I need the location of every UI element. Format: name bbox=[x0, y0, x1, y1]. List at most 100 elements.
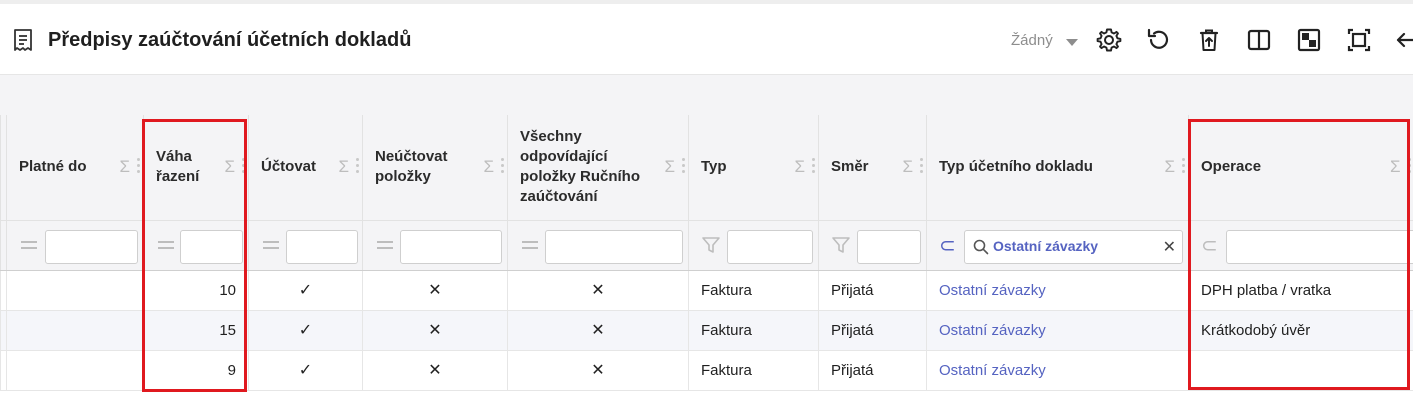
cell-operace: DPH platba / vratka bbox=[1188, 270, 1413, 311]
filter-cell-typ bbox=[688, 220, 819, 271]
cell-typ: Faktura bbox=[688, 310, 819, 351]
undo-icon[interactable] bbox=[1145, 27, 1171, 53]
filter-input-smer[interactable] bbox=[857, 229, 921, 264]
cross-icon: ✕ bbox=[507, 270, 689, 311]
cell-typ: Faktura bbox=[688, 350, 819, 391]
search-icon bbox=[973, 239, 989, 254]
cell-vaha: 9 bbox=[143, 350, 249, 391]
check-icon: ✓ bbox=[248, 350, 363, 391]
column-menu-icon[interactable] bbox=[242, 158, 245, 173]
receipt-icon bbox=[14, 29, 32, 51]
sum-icon[interactable]: Σ bbox=[1390, 157, 1401, 177]
page-header: Předpisy zaúčtování účetních dokladů Žád… bbox=[0, 4, 1413, 75]
sum-icon[interactable]: Σ bbox=[119, 157, 130, 177]
chevron-down-icon[interactable] bbox=[1066, 39, 1078, 46]
filter-cell-operace: ⊂ bbox=[1188, 220, 1413, 271]
toggle-view-icon[interactable] bbox=[1296, 27, 1322, 53]
filter-input-neuctovat[interactable] bbox=[400, 229, 502, 264]
filter-input-typ-dokladu[interactable]: Ostatní závazky ✕ bbox=[964, 229, 1183, 264]
cell-typ-dokladu-link[interactable]: Ostatní závazky bbox=[926, 310, 1189, 351]
equals-icon[interactable] bbox=[377, 240, 393, 250]
table-row[interactable]: 15 ✓ ✕ ✕ Faktura Přijatá Ostatní závazky… bbox=[0, 310, 1413, 351]
fit-screen-icon[interactable] bbox=[1346, 27, 1372, 53]
filter-cell-vaha bbox=[143, 220, 249, 271]
filter-funnel-icon[interactable] bbox=[701, 235, 721, 255]
sum-icon[interactable]: Σ bbox=[794, 157, 805, 177]
settings-icon[interactable] bbox=[1096, 27, 1122, 53]
filter-input-uctovat[interactable] bbox=[286, 229, 358, 264]
table-row[interactable]: 10 ✓ ✕ ✕ Faktura Přijatá Ostatní závazky… bbox=[0, 270, 1413, 311]
filter-input-platne-do[interactable] bbox=[45, 229, 138, 264]
clear-filter-icon[interactable]: ✕ bbox=[1163, 237, 1176, 257]
cross-icon: ✕ bbox=[507, 350, 689, 391]
column-header-vsechny-polozky[interactable]: Všechny odpovídající položky Ručního zaú… bbox=[507, 115, 689, 221]
filter-cell-vsechny bbox=[507, 220, 689, 271]
sum-icon[interactable]: Σ bbox=[902, 157, 913, 177]
column-header-typ[interactable]: Typ Σ bbox=[688, 115, 819, 221]
column-menu-icon[interactable] bbox=[1407, 158, 1411, 173]
view-selector[interactable]: Žádný bbox=[1011, 32, 1053, 49]
equals-icon[interactable] bbox=[158, 240, 174, 250]
column-header-platne-do[interactable]: Platné do Σ bbox=[6, 115, 144, 221]
filter-cell-typ-dokladu: ⊂ Ostatní závazky ✕ bbox=[926, 220, 1189, 271]
cross-icon: ✕ bbox=[362, 270, 508, 311]
cross-icon: ✕ bbox=[362, 310, 508, 351]
check-icon: ✓ bbox=[248, 270, 363, 311]
column-header-uctovat[interactable]: Účtovat Σ bbox=[248, 115, 363, 221]
sum-icon[interactable]: Σ bbox=[338, 157, 349, 177]
column-menu-icon[interactable] bbox=[137, 158, 140, 173]
column-header-smer[interactable]: Směr Σ bbox=[818, 115, 927, 221]
cell-typ-dokladu-link[interactable]: Ostatní závazky bbox=[926, 350, 1189, 391]
cell-smer: Přijatá bbox=[818, 350, 927, 391]
cell-platne-do bbox=[6, 350, 144, 391]
filter-value: Ostatní závazky bbox=[993, 237, 1099, 254]
filter-input-vaha[interactable] bbox=[180, 229, 243, 264]
filter-cell-uctovat bbox=[248, 220, 363, 271]
cell-typ: Faktura bbox=[688, 270, 819, 311]
filter-input-vsechny[interactable] bbox=[545, 229, 683, 264]
split-view-icon[interactable] bbox=[1246, 27, 1272, 53]
cross-icon: ✕ bbox=[362, 350, 508, 391]
column-menu-icon[interactable] bbox=[920, 158, 923, 173]
cell-operace: Krátkodobý úvěr bbox=[1188, 310, 1413, 351]
data-table: Platné do Σ Váha řazení Σ Účtovat Σ Neúčtov… bbox=[0, 115, 1413, 391]
column-menu-icon[interactable] bbox=[812, 158, 815, 173]
filter-funnel-icon[interactable] bbox=[831, 235, 851, 255]
sum-icon[interactable]: Σ bbox=[1164, 157, 1175, 177]
column-menu-icon[interactable] bbox=[1182, 158, 1185, 173]
check-icon: ✓ bbox=[248, 310, 363, 351]
sum-icon[interactable]: Σ bbox=[224, 157, 235, 177]
grouping-bar bbox=[0, 75, 1413, 115]
filter-input-typ[interactable] bbox=[727, 229, 813, 264]
cell-typ-dokladu-link[interactable]: Ostatní závazky bbox=[926, 270, 1189, 311]
column-menu-icon[interactable] bbox=[356, 158, 359, 173]
cell-operace bbox=[1188, 350, 1413, 391]
column-header-neuctovat-polozky[interactable]: Neúčtovat položky Σ bbox=[362, 115, 508, 221]
filter-input-operace[interactable] bbox=[1226, 229, 1413, 264]
subset-icon[interactable]: ⊂ bbox=[939, 233, 956, 258]
cell-vaha: 10 bbox=[143, 270, 249, 311]
table-row[interactable]: 9 ✓ ✕ ✕ Faktura Přijatá Ostatní závazky bbox=[0, 350, 1413, 391]
filter-cell-neuctovat bbox=[362, 220, 508, 271]
filter-cell-platne-do bbox=[6, 220, 144, 271]
column-header-vaha-razeni[interactable]: Váha řazení Σ bbox=[143, 115, 249, 221]
cell-platne-do bbox=[6, 270, 144, 311]
sum-icon[interactable]: Σ bbox=[664, 157, 675, 177]
filter-cell-smer bbox=[818, 220, 927, 271]
column-menu-icon[interactable] bbox=[501, 158, 504, 173]
column-header-operace[interactable]: Operace Σ bbox=[1188, 115, 1413, 221]
equals-icon[interactable] bbox=[522, 240, 538, 250]
cell-smer: Přijatá bbox=[818, 270, 927, 311]
sum-icon[interactable]: Σ bbox=[483, 157, 494, 177]
equals-icon[interactable] bbox=[21, 240, 37, 250]
column-menu-icon[interactable] bbox=[682, 158, 685, 173]
cell-platne-do bbox=[6, 310, 144, 351]
equals-icon[interactable] bbox=[263, 240, 279, 250]
cell-smer: Přijatá bbox=[818, 310, 927, 351]
delete-icon[interactable] bbox=[1196, 27, 1222, 53]
page-title: Předpisy zaúčtování účetních dokladů bbox=[48, 29, 412, 51]
back-arrow-icon[interactable] bbox=[1394, 27, 1413, 53]
cross-icon: ✕ bbox=[507, 310, 689, 351]
subset-icon[interactable]: ⊂ bbox=[1201, 233, 1218, 258]
column-header-typ-dokladu[interactable]: Typ účetního dokladu Σ bbox=[926, 115, 1189, 221]
